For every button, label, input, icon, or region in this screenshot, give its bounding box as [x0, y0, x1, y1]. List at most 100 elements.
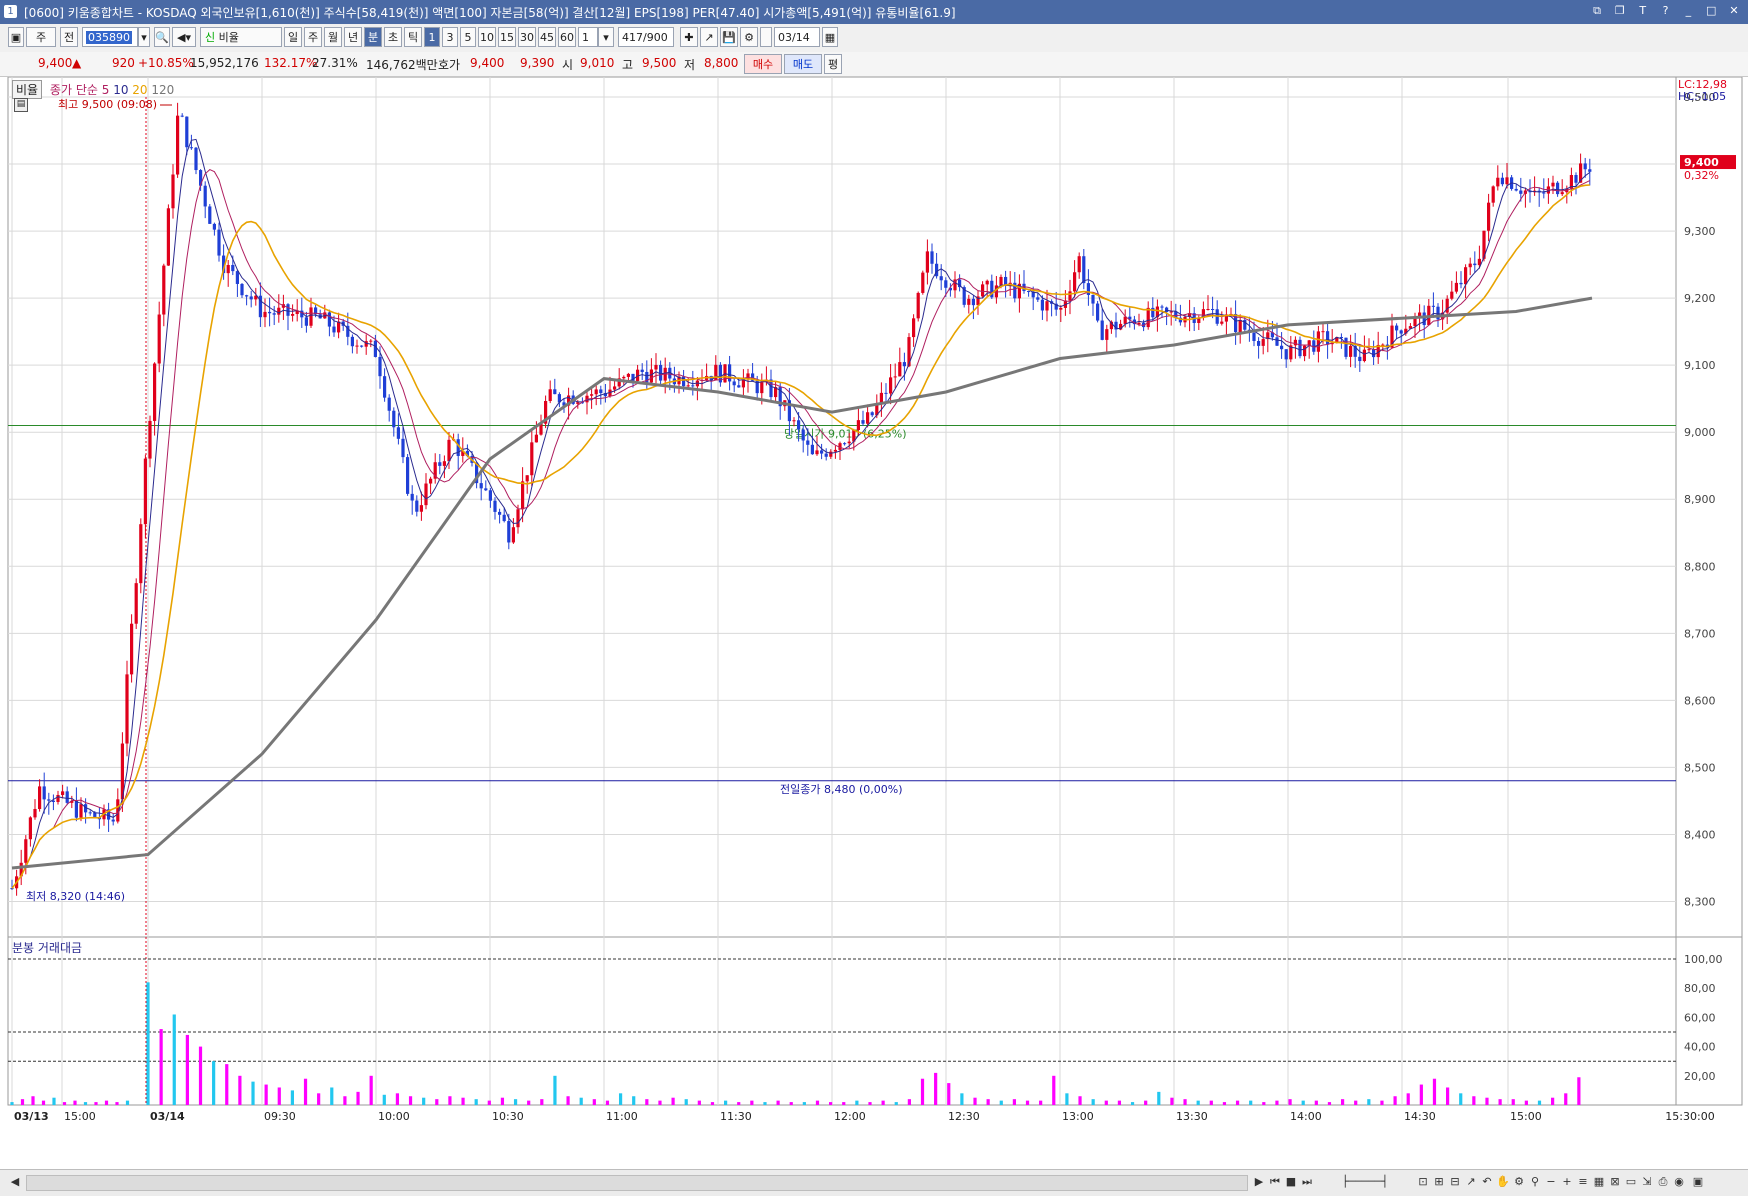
candle-body [304, 317, 308, 326]
candle-body [139, 524, 143, 584]
undo-icon[interactable]: ↶ [1480, 1174, 1494, 1190]
period-week[interactable]: 주 [304, 27, 322, 47]
volume-bar [1564, 1093, 1568, 1105]
interval-dropdown-icon[interactable]: ▾ [598, 27, 614, 47]
candle-body [24, 839, 28, 863]
count-input[interactable]: 417/900 [618, 27, 674, 47]
scroll-right-icon[interactable]: ▶ [1252, 1174, 1266, 1190]
print-icon[interactable]: ⎙ [1656, 1174, 1670, 1190]
candle-body [925, 251, 929, 273]
compare-select[interactable]: 신 비율 [200, 27, 282, 47]
sell-button[interactable]: 매도 [784, 54, 822, 74]
trend-icon[interactable]: ↗ [1464, 1174, 1478, 1190]
prev-page-icon[interactable]: ⏮ [1268, 1174, 1282, 1190]
interval-30[interactable]: 30 [518, 27, 536, 47]
interval-60[interactable]: 60 [558, 27, 576, 47]
interval-5[interactable]: 5 [460, 27, 476, 47]
interval-3[interactable]: 3 [442, 27, 458, 47]
volume-tick-label: 80,00 [1684, 982, 1716, 995]
stock-code-input[interactable]: 035890 [82, 27, 138, 47]
save-icon[interactable]: 💾 [720, 27, 738, 47]
volume-bar [920, 1078, 925, 1105]
link-icon[interactable]: ⧉ [1589, 3, 1605, 19]
tile-icon[interactable]: ⊠ [1608, 1174, 1622, 1190]
price-chart-svg[interactable]: 9,5009,4009,3009,2009,1009,0008,9008,800… [0, 76, 1748, 1169]
candle-body [369, 340, 373, 342]
sound-icon[interactable]: ◀▾ [172, 27, 196, 47]
market-select[interactable]: 주 [26, 27, 56, 47]
next-page-icon[interactable]: ⏭ [1300, 1174, 1314, 1190]
period-year[interactable]: 년 [344, 27, 362, 47]
period-month[interactable]: 월 [324, 27, 342, 47]
restore-icon[interactable]: ❐ [1612, 3, 1628, 19]
crosshair-icon[interactable]: ✚ [680, 27, 698, 47]
panel-toggle-icon[interactable]: ▣ [1690, 1174, 1706, 1190]
stop-icon[interactable]: ■ [1284, 1174, 1298, 1190]
candle-body [240, 283, 244, 296]
period-second[interactable]: 초 [384, 27, 402, 47]
table-icon[interactable]: ▤ [14, 98, 28, 112]
pan-icon[interactable]: ✋ [1496, 1174, 1510, 1190]
prefix-button[interactable]: 전 [60, 27, 78, 47]
maximize-button[interactable]: □ [1703, 3, 1719, 19]
zoom-slider[interactable]: ├─────┤ [1320, 1174, 1410, 1190]
volume-bar [1144, 1100, 1148, 1105]
price-tick-label: 8,400 [1684, 828, 1716, 841]
window-icon[interactable]: 1 [4, 5, 17, 18]
window-icon-small[interactable]: ▭ [1624, 1174, 1638, 1190]
date-checkbox[interactable] [760, 27, 772, 47]
fit-icon[interactable]: ⊟ [1448, 1174, 1462, 1190]
candle-body [1362, 349, 1366, 362]
volume-bar [264, 1084, 268, 1105]
interval-15[interactable]: 15 [498, 27, 516, 47]
interval-45[interactable]: 45 [538, 27, 556, 47]
chart-area[interactable]: 9,5009,4009,3009,2009,1009,0008,9008,800… [0, 76, 1748, 1169]
interval-1[interactable]: 1 [424, 27, 440, 47]
camera-icon[interactable]: ◉ [1672, 1174, 1686, 1190]
period-minute[interactable]: 분 [364, 27, 382, 47]
period-day[interactable]: 일 [284, 27, 302, 47]
close-button[interactable]: ✕ [1726, 3, 1742, 19]
horizontal-scrollbar[interactable] [26, 1175, 1248, 1191]
volume-bar [382, 1094, 386, 1105]
candle-body [309, 307, 313, 326]
volume-bar [238, 1075, 242, 1105]
candle-body [157, 314, 161, 364]
scroll-left-icon[interactable]: ◀ [8, 1174, 22, 1190]
volume-bar [448, 1096, 452, 1105]
minimize-button[interactable]: _ [1680, 3, 1696, 19]
candle-body [866, 412, 870, 424]
zoom-range-icon[interactable]: ⊡ [1416, 1174, 1430, 1190]
interval-10[interactable]: 10 [478, 27, 496, 47]
zoom-out-icon[interactable]: − [1544, 1174, 1558, 1190]
volume-bar [10, 1102, 14, 1105]
volume-bar [317, 1093, 321, 1105]
candle-body [1238, 319, 1242, 333]
layout-icon[interactable]: ▣ [8, 27, 24, 47]
volume-bar [303, 1078, 308, 1105]
magnifier-icon[interactable]: ⚲ [1528, 1174, 1542, 1190]
layout-split-icon[interactable]: ⊞ [1432, 1174, 1446, 1190]
gear-icon[interactable]: ⚙ [740, 27, 758, 47]
list-icon[interactable]: ≡ [1576, 1174, 1590, 1190]
period-tick[interactable]: 틱 [404, 27, 422, 47]
average-button[interactable]: 평 [824, 54, 842, 74]
buy-button[interactable]: 매수 [744, 54, 782, 74]
volume-bar [1419, 1084, 1423, 1105]
export-icon[interactable]: ⇲ [1640, 1174, 1654, 1190]
grid-icon[interactable]: ▦ [1592, 1174, 1606, 1190]
zoom-in-icon[interactable]: + [1560, 1174, 1574, 1190]
volume-bar [212, 1061, 216, 1105]
interval-input[interactable]: 1 [578, 27, 598, 47]
code-dropdown-icon[interactable]: ▾ [138, 27, 150, 47]
draw-icon[interactable]: ↗ [700, 27, 718, 47]
compare-chip[interactable]: 비율 [12, 80, 43, 99]
candle-body [47, 799, 51, 801]
font-icon[interactable]: T [1635, 3, 1651, 19]
gear-small-icon[interactable]: ⚙ [1512, 1174, 1526, 1190]
calendar-icon[interactable]: ▦ [822, 27, 838, 47]
candle-body [714, 364, 718, 381]
date-input[interactable]: 03/14 [774, 27, 820, 47]
search-icon[interactable]: 🔍 [154, 27, 170, 47]
help-icon[interactable]: ? [1658, 3, 1674, 19]
